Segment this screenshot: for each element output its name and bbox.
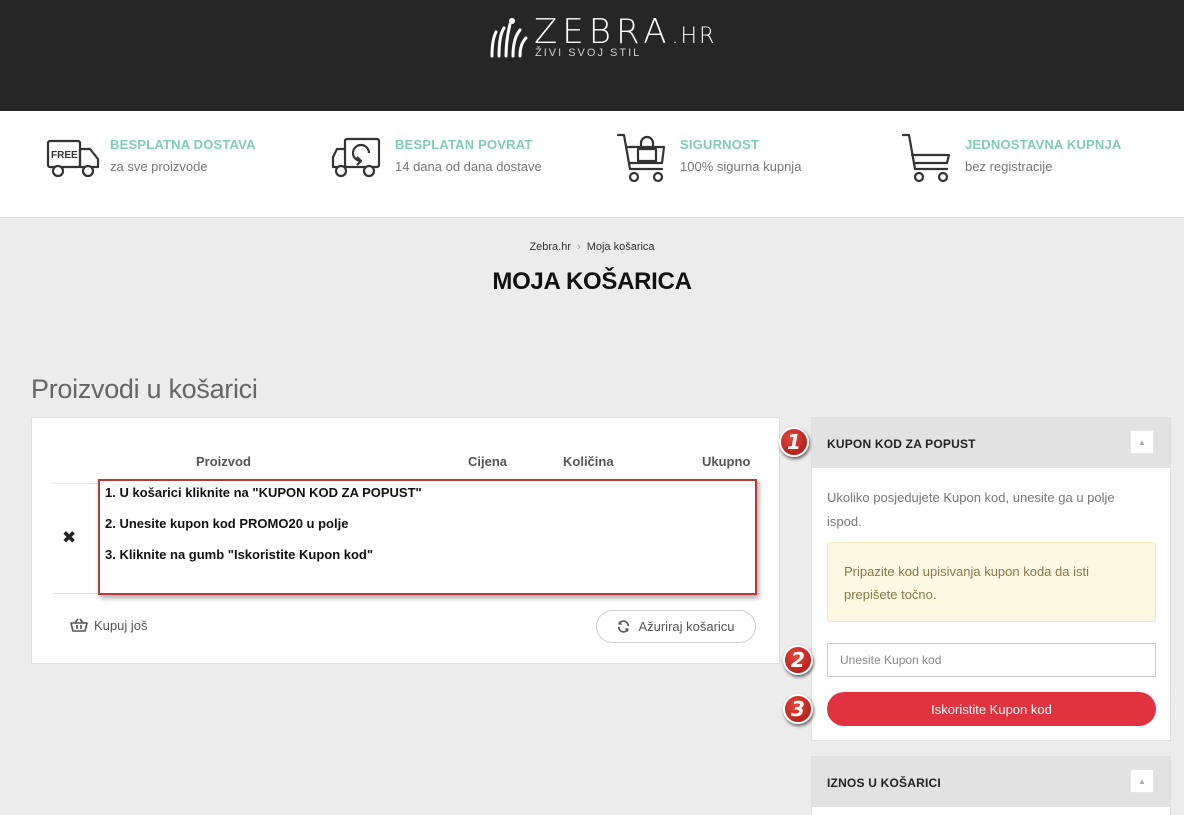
update-cart-button[interactable]: Ažuriraj košaricu [596, 610, 756, 643]
feature-subtitle: 14 dana od dana dostave [395, 159, 542, 174]
site-header: ZEBRA.HR ŽIVI SVOJ STIL [0, 0, 1184, 111]
feature-subtitle: bez registracije [965, 159, 1053, 174]
step-marker-3: 3 [783, 694, 813, 724]
svg-text:FREE: FREE [51, 150, 78, 161]
feature-title: SIGURNOST [680, 137, 760, 152]
return-truck-icon [331, 137, 381, 178]
page-title: MOJA KOŠARICA [492, 268, 692, 295]
site-logo[interactable]: ZEBRA.HR ŽIVI SVOJ STIL [488, 14, 728, 64]
cart-total-panel: IZNOS U KOŠARICI ▲ [811, 756, 1171, 815]
breadcrumb-current: Moja košarica [586, 241, 655, 253]
breadcrumb-home[interactable]: Zebra.hr [529, 241, 571, 253]
feature-title: BESPLATNA DOSTAVA [110, 137, 256, 152]
column-header-product: Proizvod [196, 454, 251, 469]
coupon-panel: KUPON KOD ZA POPUST ▲ Ukoliko posjedujet… [811, 417, 1171, 741]
feature-title: JEDNOSTAVNA KUPNJA [965, 137, 1122, 152]
column-header-quantity: Količina [563, 454, 614, 469]
step-marker-1: 1 [779, 427, 809, 457]
continue-shopping-label: Kupuj još [94, 618, 148, 633]
coupon-panel-header[interactable]: KUPON KOD ZA POPUST ▲ [812, 418, 1170, 468]
feature-title: BESPLATAN POVRAT [395, 137, 533, 152]
continue-shopping-link[interactable]: Kupuj još [70, 618, 147, 633]
feature-subtitle: 100% sigurna kupnja [680, 159, 802, 174]
cart-total-title: IZNOS U KOŠARICI [827, 776, 941, 790]
cart-icon [901, 133, 951, 183]
coupon-code-input[interactable] [827, 643, 1156, 677]
collapse-icon[interactable]: ▲ [1130, 769, 1154, 793]
cart-total-header[interactable]: IZNOS U KOŠARICI ▲ [812, 757, 1170, 807]
apply-coupon-button[interactable]: Iskoristite Kupon kod [827, 692, 1156, 726]
update-cart-label: Ažuriraj košaricu [638, 619, 735, 634]
chevron-right-icon: › [577, 241, 581, 253]
breadcrumb: Zebra.hr › Moja košarica [0, 241, 1184, 253]
instructions-callout: 1. U košarici kliknite na "KUPON KOD ZA … [98, 479, 757, 595]
zebra-logo-icon [490, 18, 528, 58]
logo-tagline: ŽIVI SVOJ STIL [535, 47, 642, 59]
coupon-panel-title: KUPON KOD ZA POPUST [827, 437, 976, 451]
cart-section-title: Proizvodi u košarici [31, 374, 258, 404]
free-truck-icon: FREE [46, 139, 100, 178]
coupon-description: Ukoliko posjedujete Kupon kod, unesite g… [827, 490, 1115, 529]
refresh-icon [618, 620, 630, 633]
coupon-notice: Pripazite kod upisivanja kupon koda da i… [827, 542, 1156, 622]
instruction-step-1: 1. U košarici kliknite na "KUPON KOD ZA … [105, 485, 422, 500]
feature-subtitle: za sve proizvode [110, 159, 208, 174]
column-header-total: Ukupno [702, 454, 751, 469]
remove-item-icon[interactable]: ✖ [62, 528, 76, 548]
instruction-step-2: 2. Unesite kupon kod PROMO20 u polje [105, 516, 349, 531]
instruction-step-3: 3. Kliknite na gumb "Iskoristite Kupon k… [105, 547, 374, 562]
basket-icon [70, 618, 88, 632]
lock-cart-icon [616, 133, 666, 183]
column-header-price: Cijena [468, 454, 508, 469]
step-marker-2: 2 [783, 645, 813, 675]
features-strip: FREE BESPLATNA DOSTAVA za sve proizvode … [0, 111, 1184, 218]
collapse-icon[interactable]: ▲ [1130, 430, 1154, 454]
